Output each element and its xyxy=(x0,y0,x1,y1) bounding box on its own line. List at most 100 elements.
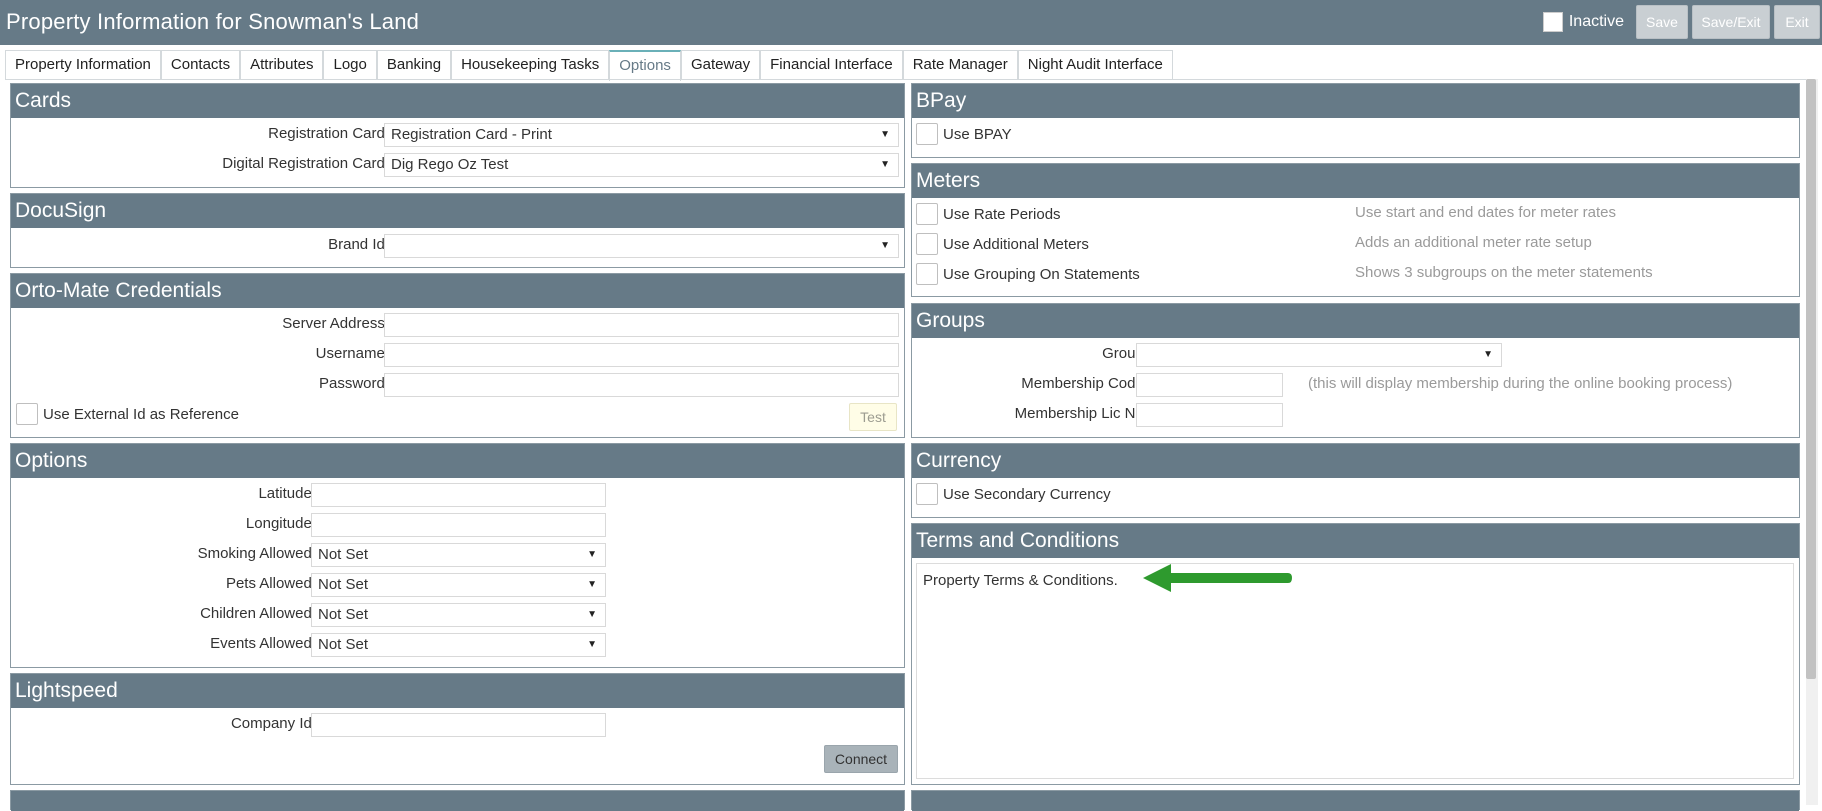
secondary-currency-checkbox[interactable] xyxy=(916,483,938,505)
company-id-label: Company Id: xyxy=(230,715,316,732)
save-button[interactable]: Save xyxy=(1636,5,1688,39)
membership-lic-label: Membership Lic No: xyxy=(1014,405,1148,422)
test-button[interactable]: Test xyxy=(849,403,897,431)
group-label: Group: xyxy=(1102,345,1148,362)
tab-contacts[interactable]: Contacts xyxy=(160,50,241,80)
children-allowed-label: Children Allowed: xyxy=(200,605,316,622)
children-allowed-value: Not Set xyxy=(318,606,369,623)
brand-id-label: Brand Id: xyxy=(328,236,389,253)
membership-hint: (this will display membership during the… xyxy=(1308,375,1733,392)
tab-logo[interactable]: Logo xyxy=(323,50,377,80)
company-id-input[interactable] xyxy=(311,713,606,737)
terms-title: Terms and Conditions xyxy=(912,524,1799,558)
inactive-checkbox[interactable] xyxy=(1542,12,1563,32)
caret-down-icon: ▼ xyxy=(587,639,597,650)
longitude-label: Longitude: xyxy=(245,515,316,532)
use-additional-meters-checkbox[interactable] xyxy=(916,233,938,255)
ortomate-panel: Orto-Mate Credentials Server Address: Us… xyxy=(10,273,905,438)
caret-down-icon: ▼ xyxy=(587,549,597,560)
latitude-input[interactable] xyxy=(311,483,606,507)
cards-panel: Cards Registration Card: Registration Ca… xyxy=(10,83,905,188)
right-next-panel-head xyxy=(912,791,1799,811)
caret-down-icon: ▼ xyxy=(880,129,890,140)
tab-night-audit-interface[interactable]: Night Audit Interface xyxy=(1017,50,1173,80)
membership-code-label: Membership Code: xyxy=(1021,375,1148,392)
ortomate-title: Orto-Mate Credentials xyxy=(11,274,904,308)
tab-financial-interface[interactable]: Financial Interface xyxy=(760,50,903,80)
use-grouping-hint: Shows 3 subgroups on the meter statement… xyxy=(1355,264,1653,281)
use-additional-meters-label: Use Additional Meters xyxy=(943,236,1089,253)
caret-down-icon: ▼ xyxy=(587,609,597,620)
registration-card-label: Registration Card: xyxy=(268,125,389,142)
tab-options[interactable]: Options xyxy=(609,50,681,81)
meters-title: Meters xyxy=(912,164,1799,198)
tab-housekeeping-tasks[interactable]: Housekeeping Tasks xyxy=(451,50,610,80)
digital-registration-card-select[interactable]: Dig Rego Oz Test ▼ xyxy=(384,153,899,177)
docusign-panel: DocuSign Brand Id: ▼ xyxy=(10,193,905,268)
secondary-currency-label: Use Secondary Currency xyxy=(943,486,1111,503)
group-select[interactable]: ▼ xyxy=(1136,343,1502,367)
bpay-panel: BPay Use BPAY xyxy=(911,83,1800,158)
membership-code-input[interactable] xyxy=(1136,373,1283,397)
registration-card-select[interactable]: Registration Card - Print ▼ xyxy=(384,123,899,147)
password-label: Password: xyxy=(318,375,389,392)
options-title: Options xyxy=(11,444,904,478)
username-input[interactable] xyxy=(384,343,899,367)
pets-allowed-value: Not Set xyxy=(318,576,369,593)
tab-banking[interactable]: Banking xyxy=(376,50,452,80)
latitude-label: Latitude: xyxy=(258,485,316,502)
scrollbar-thumb[interactable] xyxy=(1806,79,1816,679)
docusign-title: DocuSign xyxy=(11,194,904,228)
left-next-panel-head xyxy=(11,791,904,811)
use-rate-periods-label: Use Rate Periods xyxy=(943,206,1061,223)
groups-panel: Groups Group: ▼ Membership Code: (this w… xyxy=(911,303,1800,438)
events-allowed-value: Not Set xyxy=(318,636,369,653)
digital-registration-card-value: Dig Rego Oz Test xyxy=(391,156,509,173)
membership-lic-input[interactable] xyxy=(1136,403,1283,427)
options-panel: Options Latitude: Longitude: Smoking All… xyxy=(10,443,905,668)
children-allowed-select[interactable]: Not Set ▼ xyxy=(311,603,606,627)
terms-panel: Terms and Conditions Property Terms & Co… xyxy=(911,523,1800,785)
title-actions: Inactive Save Save/Exit Exit xyxy=(1542,5,1820,39)
groups-title: Groups xyxy=(912,304,1799,338)
smoking-allowed-select[interactable]: Not Set ▼ xyxy=(311,543,606,567)
lightspeed-panel: Lightspeed Company Id: Connect xyxy=(10,673,905,785)
left-next-panel xyxy=(10,790,905,811)
registration-card-value: Registration Card - Print xyxy=(391,126,552,143)
smoking-allowed-value: Not Set xyxy=(318,546,369,563)
tab-rate-manager[interactable]: Rate Manager xyxy=(902,50,1018,80)
tab-bar: Property Information Contacts Attributes… xyxy=(5,50,1173,81)
use-grouping-checkbox[interactable] xyxy=(916,263,938,285)
brand-id-select[interactable]: ▼ xyxy=(384,234,899,258)
use-rate-periods-checkbox[interactable] xyxy=(916,203,938,225)
pets-allowed-label: Pets Allowed: xyxy=(225,575,316,592)
pets-allowed-select[interactable]: Not Set ▼ xyxy=(311,573,606,597)
caret-down-icon: ▼ xyxy=(880,159,890,170)
username-label: Username: xyxy=(315,345,389,362)
tab-divider xyxy=(5,79,1810,80)
meters-panel: Meters Use Rate Periods Use start and en… xyxy=(911,163,1800,297)
connect-button[interactable]: Connect xyxy=(824,745,898,773)
caret-down-icon: ▼ xyxy=(1483,349,1493,360)
events-allowed-label: Events Allowed: xyxy=(210,635,316,652)
server-address-input[interactable] xyxy=(384,313,899,337)
tab-attributes[interactable]: Attributes xyxy=(240,50,324,80)
use-bpay-checkbox[interactable] xyxy=(916,123,938,145)
inactive-label: Inactive xyxy=(1568,13,1624,30)
server-address-label: Server Address: xyxy=(282,315,389,332)
caret-down-icon: ▼ xyxy=(587,579,597,590)
arrow-left-icon xyxy=(1143,564,1292,592)
exit-button[interactable]: Exit xyxy=(1774,5,1820,39)
digital-registration-card-label: Digital Registration Card: xyxy=(222,155,389,172)
password-input[interactable] xyxy=(384,373,899,397)
terms-textarea[interactable]: Property Terms & Conditions. xyxy=(916,563,1794,779)
tab-property-information[interactable]: Property Information xyxy=(5,50,161,80)
external-id-checkbox[interactable] xyxy=(16,403,38,425)
events-allowed-select[interactable]: Not Set ▼ xyxy=(311,633,606,657)
tab-gateway[interactable]: Gateway xyxy=(680,50,761,80)
use-bpay-label: Use BPAY xyxy=(943,126,1012,143)
save-exit-button[interactable]: Save/Exit xyxy=(1692,5,1770,39)
longitude-input[interactable] xyxy=(311,513,606,537)
smoking-allowed-label: Smoking Allowed: xyxy=(197,545,316,562)
use-additional-meters-hint: Adds an additional meter rate setup xyxy=(1355,234,1592,251)
